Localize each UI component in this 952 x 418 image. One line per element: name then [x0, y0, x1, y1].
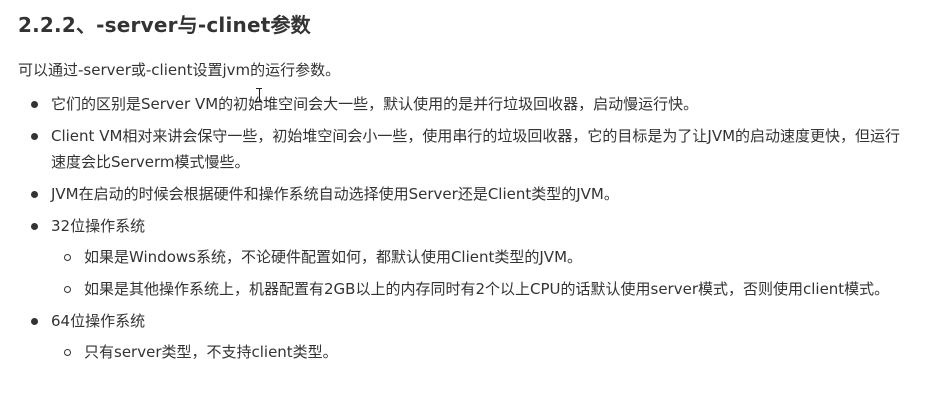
list-item-text: 64位操作系统 — [51, 312, 146, 330]
sub-list-item: 如果是其他操作系统上，机器配置有2GB以上的内存同时有2个以上CPU的话默认使用… — [51, 276, 903, 302]
list-item-text: Client VM相对来讲会保守一些，初始堆空间会小一些，使用串行的垃圾回收器，… — [51, 127, 901, 171]
bullet-disc-icon — [31, 318, 38, 325]
sub-bullet-list: 只有server类型，不支持client类型。 — [51, 339, 903, 365]
bullet-disc-icon — [31, 191, 38, 198]
bullet-circle-icon — [64, 286, 71, 293]
bullet-circle-icon — [64, 349, 71, 356]
bullet-circle-icon — [64, 254, 71, 261]
sub-list-item: 如果是Windows系统，不论硬件配置如何，都默认使用Client类型的JVM。 — [51, 244, 903, 270]
list-item: Client VM相对来讲会保守一些，初始堆空间会小一些，使用串行的垃圾回收器，… — [18, 123, 903, 175]
document-page: 2.2.2、-server与-clinet参数 可以通过-server或-cli… — [0, 0, 952, 418]
list-item: 32位操作系统 如果是Windows系统，不论硬件配置如何，都默认使用Clien… — [18, 213, 903, 302]
sub-list-item-text: 如果是其他操作系统上，机器配置有2GB以上的内存同时有2个以上CPU的话默认使用… — [84, 280, 890, 298]
list-item-text: 它们的区别是Server VM的初始堆空间会大一些，默认使用的是并行垃圾回收器，… — [51, 95, 699, 113]
list-item-text: JVM在启动的时候会根据硬件和操作系统自动选择使用Server还是Client类… — [51, 185, 619, 203]
intro-paragraph: 可以通过-server或-client设置jvm的运行参数。 — [18, 61, 341, 79]
sub-bullet-list: 如果是Windows系统，不论硬件配置如何，都默认使用Client类型的JVM。… — [51, 244, 903, 302]
list-item-text: 32位操作系统 — [51, 217, 146, 235]
bullet-list: 它们的区别是Server VM的初始堆空间会大一些，默认使用的是并行垃圾回收器，… — [18, 91, 952, 365]
sub-list-item-text: 只有server类型，不支持client类型。 — [84, 343, 338, 361]
list-item: 它们的区别是Server VM的初始堆空间会大一些，默认使用的是并行垃圾回收器，… — [18, 91, 903, 117]
bullet-disc-icon — [31, 101, 38, 108]
sub-list-item: 只有server类型，不支持client类型。 — [51, 339, 903, 365]
bullet-disc-icon — [31, 133, 38, 140]
list-item: JVM在启动的时候会根据硬件和操作系统自动选择使用Server还是Client类… — [18, 181, 903, 207]
bullet-disc-icon — [31, 223, 38, 230]
text-cursor-icon — [256, 88, 262, 102]
sub-list-item-text: 如果是Windows系统，不论硬件配置如何，都默认使用Client类型的JVM。 — [84, 248, 583, 266]
list-item: 64位操作系统 只有server类型，不支持client类型。 — [18, 308, 903, 365]
section-heading: 2.2.2、-server与-clinet参数 — [18, 13, 311, 37]
